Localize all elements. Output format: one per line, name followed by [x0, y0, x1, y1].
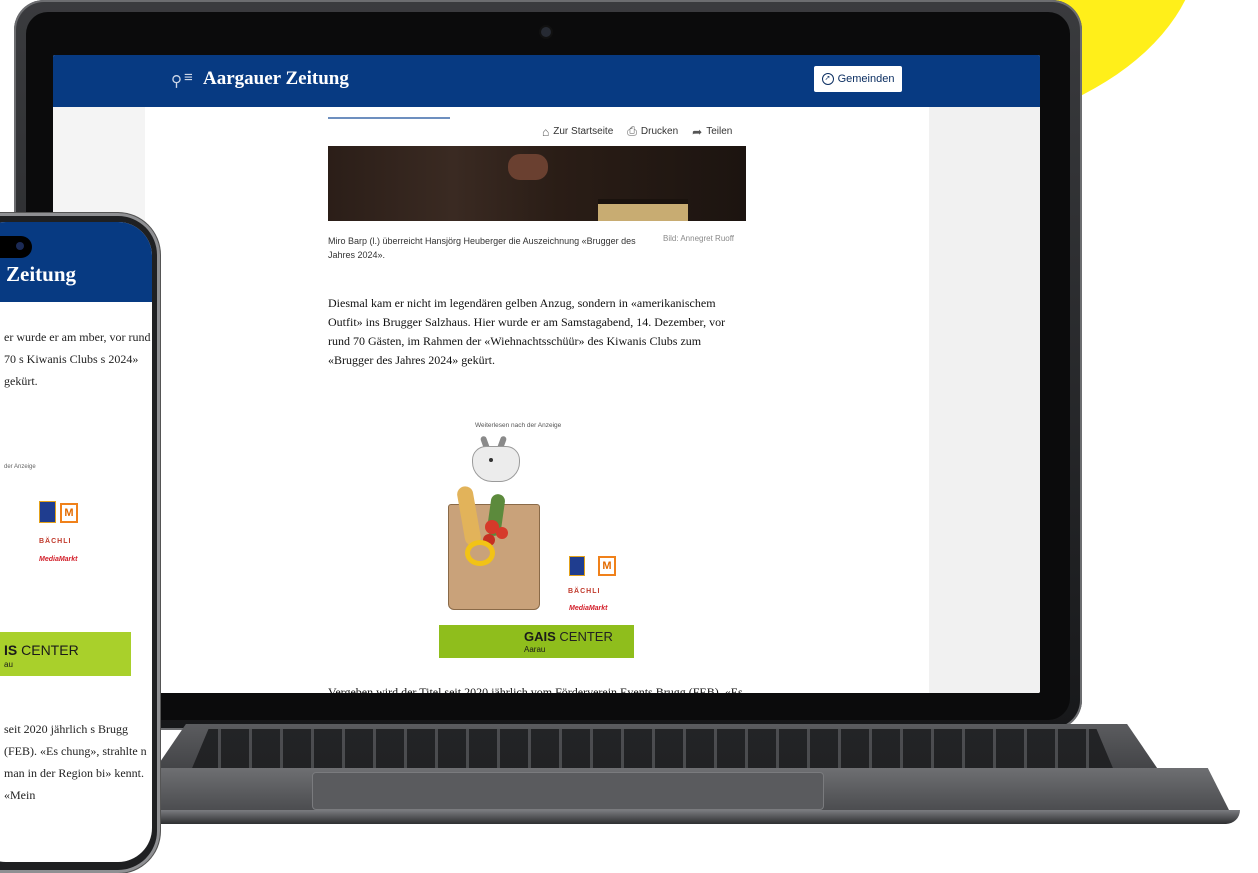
ad-title: GAIS CENTER [524, 629, 613, 644]
aldi-logo [39, 501, 56, 523]
article-toolbar: ⌂ Zur Startseite ⎙ Drucken ➦ Teilen [542, 124, 732, 139]
goat-illustration [472, 446, 520, 482]
phone-article-text: er wurde er am mber, vor rund 70 s Kiwan… [4, 330, 151, 388]
print-button[interactable]: ⎙ Drucken [627, 124, 678, 139]
print-label: Drucken [640, 126, 679, 137]
photo-caption: Miro Barp (l.) überreicht Hansjörg Heube… [328, 236, 636, 260]
home-link[interactable]: ⌂ Zur Startseite [542, 124, 613, 139]
article-photo [328, 146, 746, 221]
migros-logo: M [598, 556, 616, 576]
ad-banner: GAIS CENTER Aarau [439, 625, 634, 658]
share-label: Teilen [706, 126, 733, 137]
gemeinden-label: Gemeinden [837, 73, 895, 85]
advertisement[interactable]: M BÄCHLI MediaMarkt GAIS CENTER Aarau [439, 435, 634, 658]
migros-logo: M [60, 503, 78, 523]
mediamarkt-logo: MediaMarkt [39, 556, 78, 563]
progress-indicator [328, 117, 450, 119]
site-brand[interactable]: Aargauer Zeitung [203, 68, 349, 90]
phone-screen: Zeitung er wurde er am mber, vor rund 70… [0, 222, 152, 862]
ad-subtitle: Aarau [524, 645, 546, 654]
ad-title-bold: GAIS [524, 629, 556, 644]
bachli-logo: BÄCHLI [39, 538, 72, 545]
phone-ad-title-rest: CENTER [17, 642, 79, 658]
phone-ad-label: der Anzeige [4, 464, 36, 470]
ad-label: Weiterlesen nach der Anzeige [475, 422, 562, 429]
compass-icon: ➚ [821, 73, 834, 85]
phone-ad-title-bold: IS [4, 642, 18, 658]
phone-camera-icon [16, 242, 24, 250]
tomato-illustration [496, 527, 508, 539]
share-button[interactable]: ➦ Teilen [692, 124, 732, 139]
phone-ad-title: IS CENTER [4, 642, 79, 658]
search-icon[interactable]: ⚲ [171, 72, 182, 90]
trackpad [312, 772, 824, 810]
share-icon: ➦ [692, 124, 703, 139]
laptop-screen: ⚲ ≡ Aargauer Zeitung ➚ Gemeinden ⌂ Zur S… [53, 55, 1040, 693]
headphones-illustration [465, 540, 495, 566]
right-gutter [929, 107, 1040, 693]
ad-title-rest: CENTER [555, 629, 613, 644]
article-content: ⌂ Zur Startseite ⎙ Drucken ➦ Teilen Miro… [145, 107, 929, 693]
mediamarkt-logo: MediaMarkt [569, 605, 608, 612]
home-label: Zur Startseite [553, 126, 614, 137]
home-icon: ⌂ [542, 124, 550, 139]
phone-brand[interactable]: Zeitung [6, 262, 76, 287]
laptop-front-edge [110, 810, 1240, 824]
keyboard-keys [190, 729, 1115, 773]
phone-article-text: seit 2020 jährlich s Brugg (FEB). «Es ch… [4, 722, 147, 802]
menu-icon[interactable]: ≡ [184, 69, 193, 86]
photo-credit: Bild: Annegret Ruoff [663, 234, 735, 243]
photo-pants [598, 204, 688, 221]
phone-ad-banner[interactable]: IS CENTER au [0, 632, 131, 676]
bachli-logo: BÄCHLI [568, 588, 601, 595]
gemeinden-button[interactable]: ➚ Gemeinden [814, 66, 902, 92]
camera-icon [541, 27, 551, 37]
article-paragraph: Vergeben wird der Titel seit 2020 jährli… [328, 685, 743, 693]
site-header: ⚲ ≡ Aargauer Zeitung ➚ Gemeinden [53, 55, 1040, 107]
printer-icon: ⎙ [627, 124, 637, 138]
goat-eye [489, 458, 493, 462]
photo-hands [508, 154, 548, 180]
phone-ad-subtitle: au [4, 660, 13, 669]
aldi-logo [569, 556, 585, 576]
article-paragraph: Diesmal kam er nicht im legendären gelbe… [328, 296, 726, 367]
